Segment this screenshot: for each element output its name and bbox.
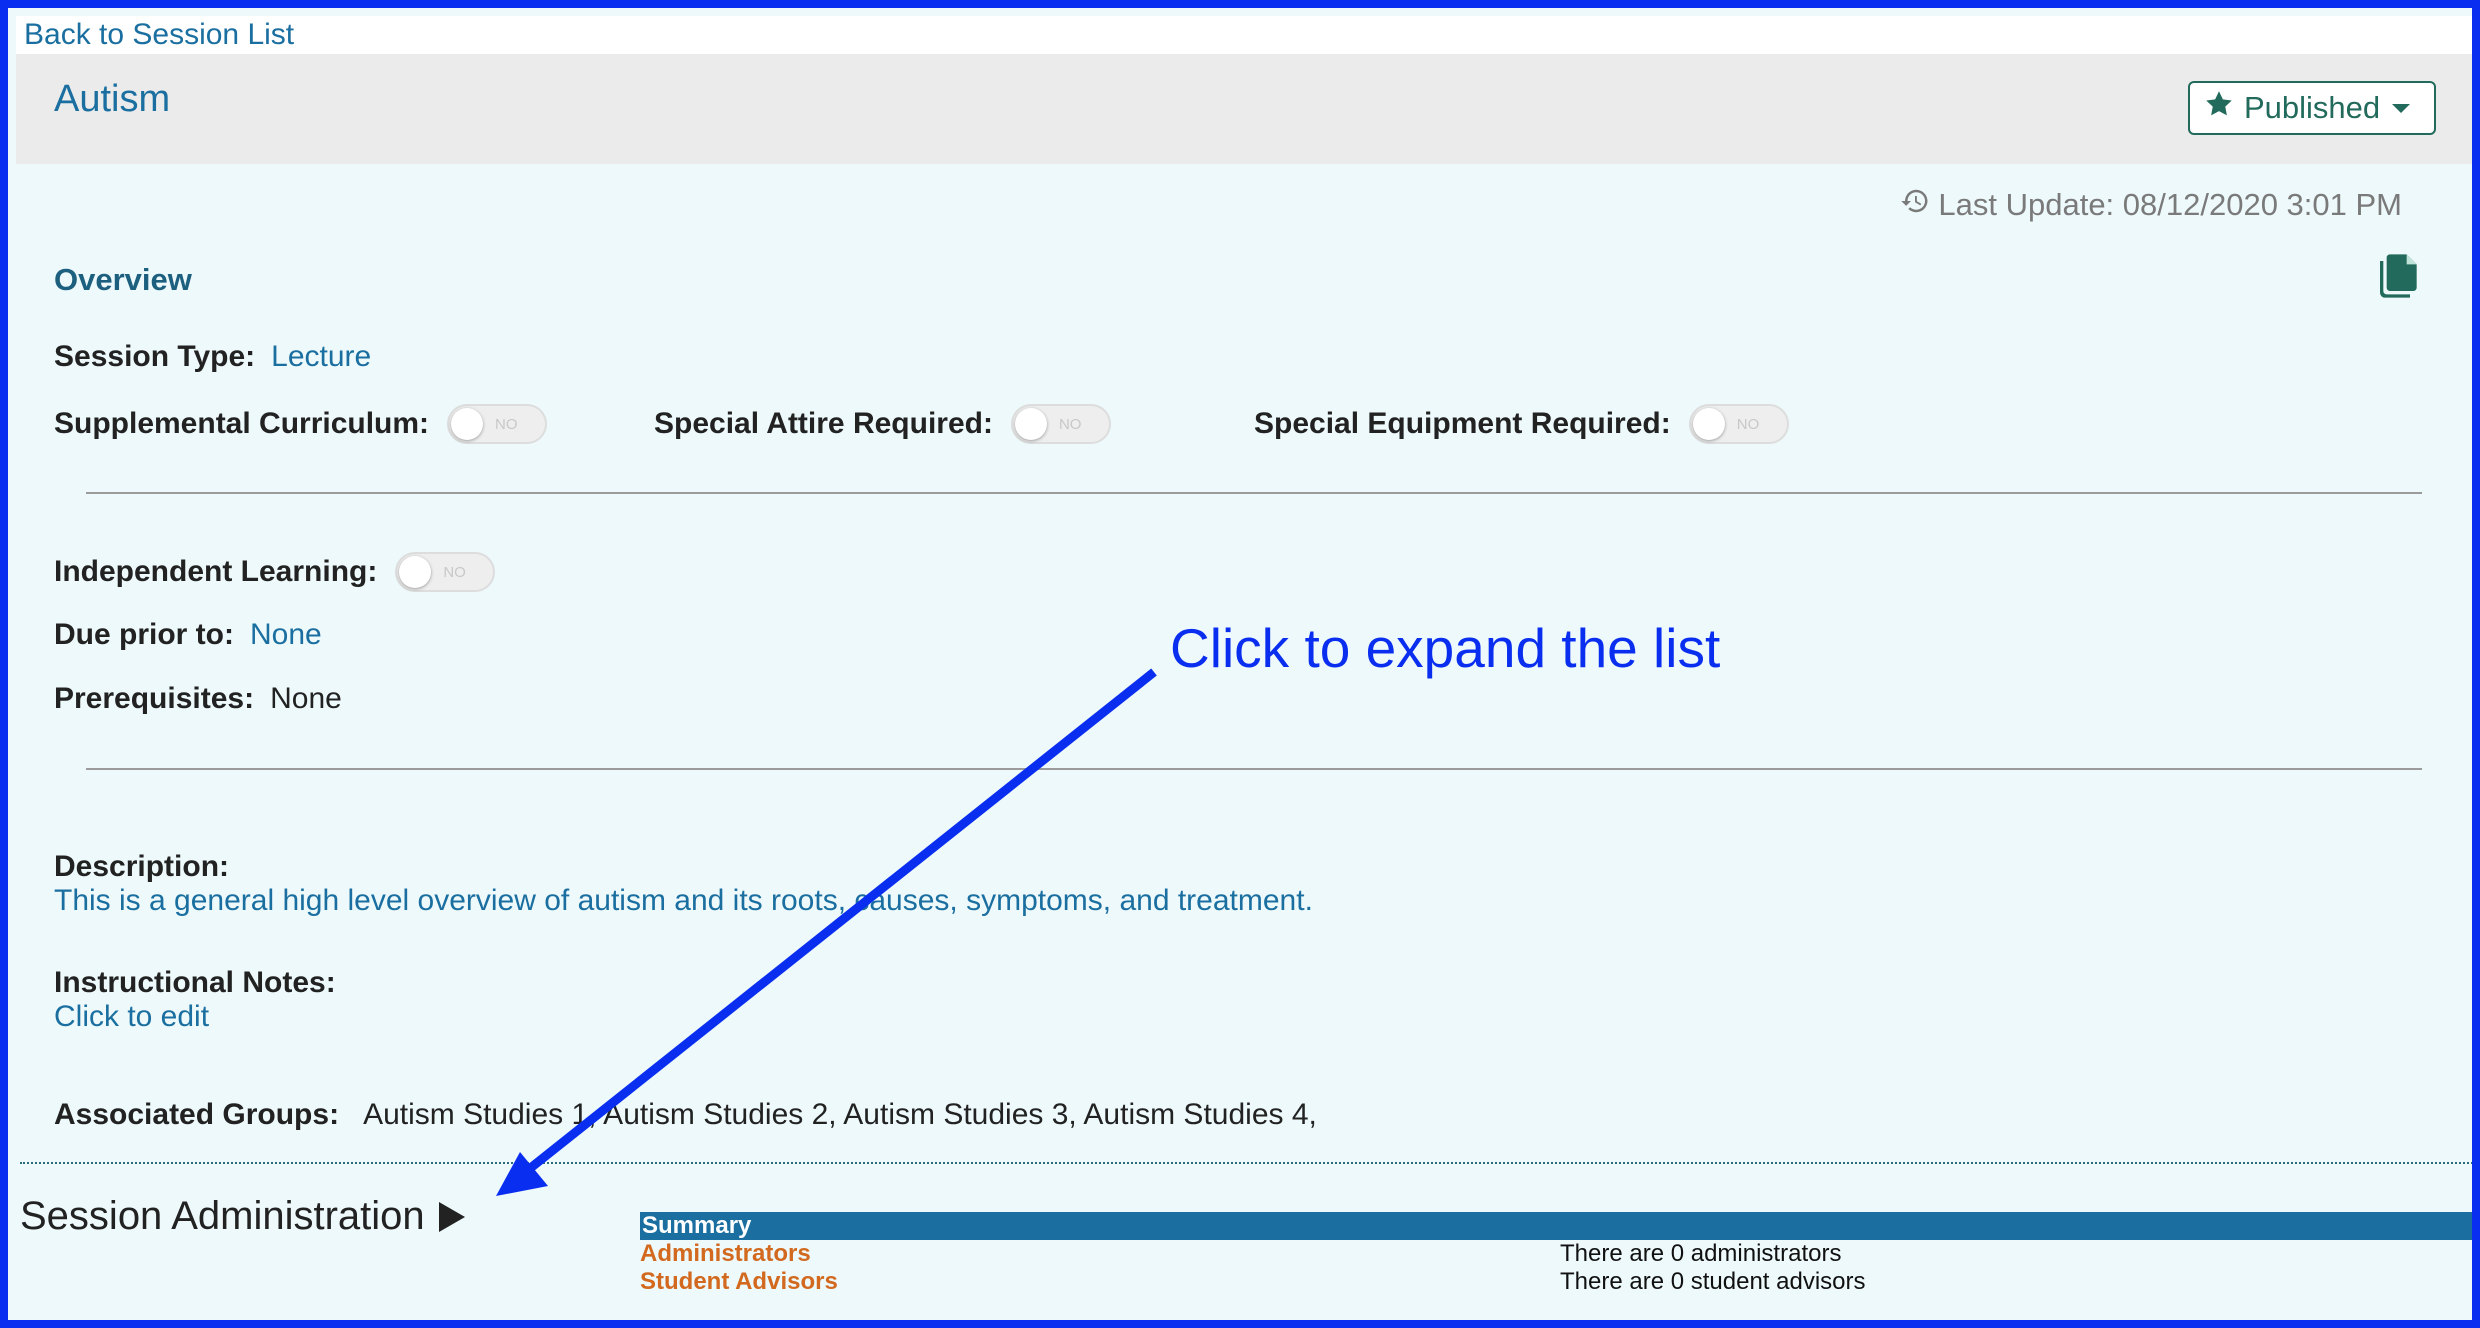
divider: [86, 768, 2422, 770]
description-value[interactable]: This is a general high level overview of…: [54, 884, 1313, 918]
supplemental-curriculum-toggle[interactable]: NO: [447, 404, 548, 444]
special-attire-label: Special Attire Required:: [654, 407, 993, 440]
session-administration-toggle[interactable]: Session Administration: [20, 1194, 465, 1239]
independent-learning-row: Independent Learning: NO: [54, 552, 496, 592]
session-type-row: Session Type: Lecture: [54, 340, 371, 374]
section-divider: [20, 1162, 2472, 1164]
divider: [86, 492, 2422, 494]
history-icon: [1900, 186, 1938, 224]
administrators-link[interactable]: Administrators: [640, 1240, 811, 1268]
summary-row: Administrators There are 0 administrator…: [640, 1240, 2472, 1268]
associated-groups-value: Autism Studies 1, Autism Studies 2, Auti…: [363, 1098, 1317, 1131]
instructional-notes-edit-link[interactable]: Click to edit: [54, 1000, 209, 1034]
supplemental-curriculum-label: Supplemental Curriculum:: [54, 407, 430, 440]
session-type-value[interactable]: Lecture: [271, 340, 371, 374]
instructional-notes-label: Instructional Notes:: [54, 966, 336, 999]
annotation-callout: Click to expand the list: [1170, 617, 1721, 679]
due-prior-label: Due prior to:: [54, 618, 234, 651]
supplemental-curriculum-row: Supplemental Curriculum: NO: [54, 404, 548, 444]
description-label: Description:: [54, 850, 230, 883]
back-bar: Back to Session List: [16, 16, 2472, 54]
special-equipment-row: Special Equipment Required: NO: [1254, 404, 1789, 444]
toggle-knob: [399, 556, 432, 588]
special-attire-toggle[interactable]: NO: [1010, 404, 1111, 444]
last-update-text: Last Update: 08/12/2020 3:01 PM: [1938, 187, 2402, 222]
toggle-state-text: NO: [443, 564, 466, 581]
toggle-state-text: NO: [1058, 416, 1082, 433]
prerequisites-label: Prerequisites:: [54, 682, 255, 715]
summary-header: Summary: [640, 1212, 2472, 1240]
session-type-label: Session Type:: [54, 340, 256, 373]
summary-row: Student Advisors There are 0 student adv…: [640, 1268, 2472, 1296]
expand-triangle-icon: [438, 1201, 465, 1232]
independent-learning-toggle[interactable]: NO: [395, 552, 496, 592]
toggle-state-text: NO: [1736, 416, 1760, 433]
prerequisites-row: Prerequisites: None: [54, 682, 342, 716]
published-status-label: Published: [2244, 90, 2381, 125]
published-status-button[interactable]: Published: [2188, 81, 2436, 135]
due-prior-row: Due prior to: None: [54, 618, 322, 652]
back-to-session-list-link[interactable]: Back to Session List: [24, 18, 294, 52]
student-advisors-link[interactable]: Student Advisors: [640, 1268, 838, 1296]
page-title: Autism: [54, 78, 171, 120]
session-administration-title: Session Administration: [20, 1194, 425, 1238]
star-icon: [2204, 89, 2244, 127]
prerequisites-value: None: [270, 682, 342, 715]
toggle-knob: [1692, 408, 1725, 440]
due-prior-value[interactable]: None: [250, 618, 322, 652]
associated-groups-row: Associated Groups: Autism Studies 1, Aut…: [54, 1098, 1317, 1132]
special-attire-row: Special Attire Required: NO: [654, 404, 1111, 444]
toggle-knob: [1014, 408, 1047, 440]
caret-down-icon: [2392, 103, 2411, 113]
student-advisors-count: There are 0 student advisors: [1560, 1268, 1866, 1295]
associated-groups-label: Associated Groups:: [54, 1098, 340, 1131]
overview-heading: Overview: [54, 262, 192, 297]
copy-icon[interactable]: [2380, 254, 2420, 303]
toggle-knob: [451, 408, 484, 440]
special-equipment-label: Special Equipment Required:: [1254, 407, 1671, 440]
last-update: Last Update: 08/12/2020 3:01 PM: [1900, 186, 2402, 224]
special-equipment-toggle[interactable]: NO: [1688, 404, 1789, 444]
page-frame: Back to Session List Autism Published La…: [0, 0, 2480, 1328]
administrators-count: There are 0 administrators: [1560, 1240, 1842, 1267]
toggle-state-text: NO: [495, 416, 518, 433]
session-header: Autism Published: [16, 54, 2472, 164]
independent-learning-label: Independent Learning:: [54, 555, 378, 588]
